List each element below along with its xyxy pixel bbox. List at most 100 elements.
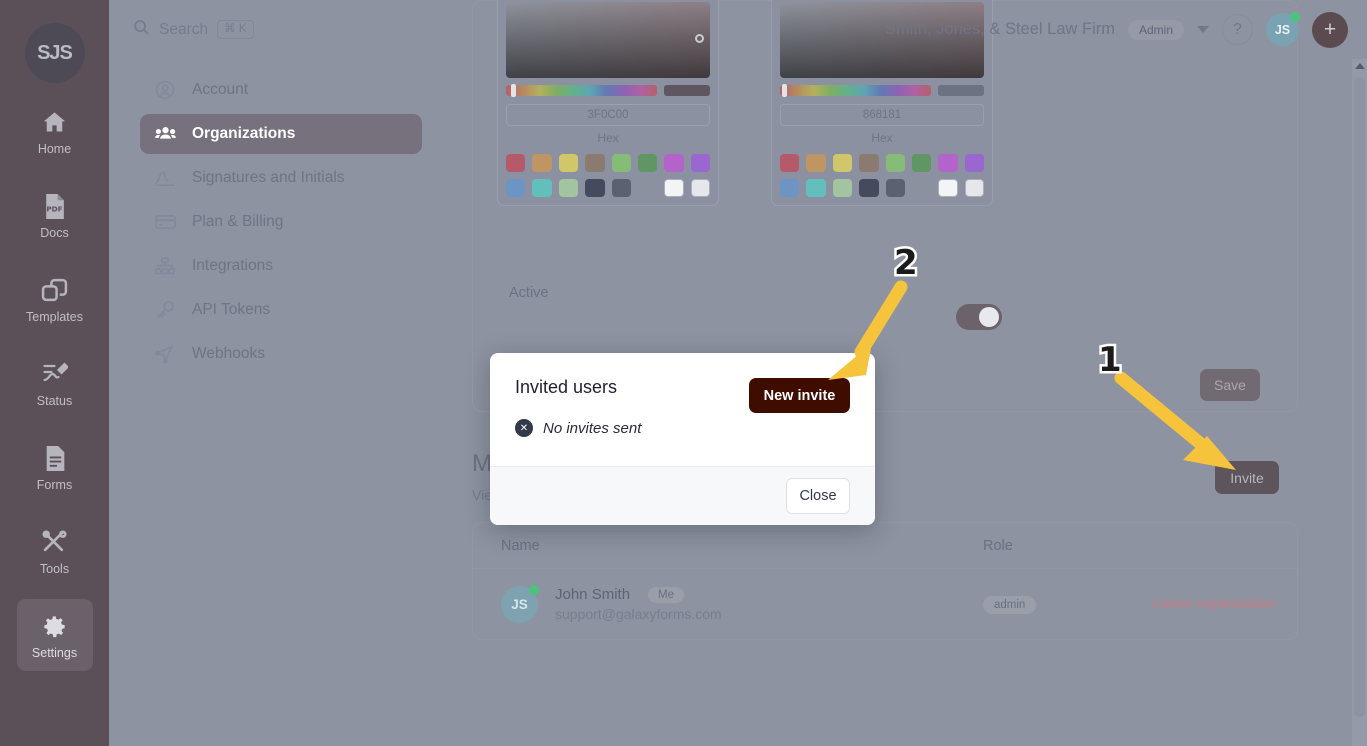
vertical-scrollbar[interactable]	[1352, 59, 1367, 746]
swatch[interactable]	[964, 154, 984, 172]
swatch[interactable]	[532, 179, 552, 197]
signature-status-icon	[41, 358, 68, 390]
active-toggle[interactable]	[956, 304, 1002, 330]
rail-label-templates: Templates	[26, 310, 83, 324]
key-icon	[154, 300, 176, 320]
swatch[interactable]	[832, 179, 853, 197]
leave-organization-link[interactable]: Leave organization	[1153, 596, 1276, 612]
swatch-transparent[interactable]	[964, 179, 984, 197]
sidebar-item-plan-billing[interactable]: Plan & Billing	[140, 202, 422, 242]
swatch[interactable]	[585, 154, 605, 172]
rail-item-status[interactable]: Status	[17, 347, 93, 419]
hex-input-primary[interactable]: 3F0C00	[506, 104, 710, 126]
swatch[interactable]	[806, 179, 826, 197]
create-new-button[interactable]: +	[1312, 11, 1348, 48]
sidebar-item-webhooks[interactable]: Webhooks	[140, 334, 422, 374]
empty-state-text: No invites sent	[543, 419, 642, 437]
sidebar-item-signatures[interactable]: Signatures and Initials	[140, 158, 422, 198]
sidebar-label-api-tokens: API Tokens	[192, 301, 271, 318]
rail-label-status: Status	[36, 394, 73, 408]
close-button[interactable]: Close	[786, 478, 850, 514]
member-name-cell: JS John Smith Me support@galaxyforms.com	[473, 584, 983, 623]
svg-text:PDF: PDF	[46, 204, 62, 213]
rail-item-docs[interactable]: PDF Docs	[17, 179, 93, 251]
hex-label-secondary: Hex	[871, 131, 893, 145]
hue-slider[interactable]	[780, 84, 931, 97]
swatch[interactable]	[859, 179, 879, 197]
search-placeholder: Search	[159, 20, 209, 38]
sidebar-item-organizations[interactable]: Organizations	[140, 114, 422, 154]
org-logo[interactable]: SJS	[24, 23, 85, 83]
sidebar-item-integrations[interactable]: Integrations	[140, 246, 422, 286]
swatch[interactable]	[885, 179, 905, 197]
swatch[interactable]	[664, 179, 684, 197]
swatch[interactable]	[780, 179, 800, 197]
search-input[interactable]: Search ⌘ K	[133, 19, 254, 41]
hue-slider-thumb[interactable]	[782, 84, 787, 97]
swatch[interactable]	[859, 154, 879, 172]
sidebar-item-api-tokens[interactable]: API Tokens	[140, 290, 422, 330]
member-name-line: John Smith Me	[555, 586, 722, 603]
swatch[interactable]	[532, 154, 552, 172]
top-bar-right-cluster: Smith, Jones, & Steel Law Firm Admin ? J…	[885, 11, 1367, 48]
scroll-up-arrow-icon[interactable]	[1355, 63, 1365, 69]
forms-list-icon	[43, 442, 67, 474]
rail-item-home[interactable]: Home	[17, 95, 93, 167]
invite-button[interactable]: Invite	[1215, 461, 1279, 494]
swatch[interactable]	[911, 154, 932, 172]
swatch[interactable]	[806, 154, 826, 172]
swatch[interactable]	[938, 179, 958, 197]
table-row[interactable]: JS John Smith Me support@galaxyforms.com…	[473, 569, 1297, 639]
swatch[interactable]	[911, 179, 932, 197]
rail-item-settings[interactable]: Settings	[16, 599, 93, 671]
preset-swatches-primary	[506, 154, 710, 197]
close-circle-icon: ✕	[515, 419, 533, 437]
new-invite-button[interactable]: New invite	[749, 378, 850, 413]
hue-row	[780, 84, 984, 97]
table-header-row: Name Role	[473, 523, 1297, 569]
swatch[interactable]	[780, 154, 800, 172]
swatch[interactable]	[585, 179, 605, 197]
swatch[interactable]	[611, 154, 631, 172]
pdf-document-icon: PDF	[42, 190, 67, 222]
sidebar-label-signatures: Signatures and Initials	[192, 169, 345, 186]
top-bar: Search ⌘ K Smith, Jones, & Steel Law Fir…	[109, 0, 1367, 59]
search-icon	[133, 19, 150, 41]
swatch[interactable]	[637, 154, 658, 172]
hue-slider-thumb[interactable]	[511, 84, 516, 97]
chevron-down-icon[interactable]	[1197, 26, 1209, 33]
sidebar-item-account[interactable]: Account	[140, 70, 422, 110]
hex-input-secondary[interactable]: 868181	[780, 104, 984, 126]
online-status-dot	[529, 584, 539, 595]
rail-item-tools[interactable]: Tools	[17, 515, 93, 587]
dialog-body: Invited users New invite ✕ No invites se…	[490, 353, 875, 466]
avatar-initials: JS	[1274, 22, 1291, 37]
member-email: support@galaxyforms.com	[555, 606, 722, 622]
rail-label-docs: Docs	[40, 226, 69, 240]
primary-nav-rail: SJS Home PDF Docs Templates Status Forms…	[0, 0, 109, 746]
swatch[interactable]	[664, 154, 684, 172]
swatch[interactable]	[637, 179, 658, 197]
swatch[interactable]	[506, 154, 526, 172]
hue-row	[506, 84, 710, 97]
swatch[interactable]	[938, 154, 958, 172]
swatch[interactable]	[506, 179, 526, 197]
swatch[interactable]	[690, 154, 710, 172]
sidebar-label-webhooks: Webhooks	[192, 345, 265, 362]
dialog-footer: Close	[490, 466, 875, 525]
invited-users-dialog: Invited users New invite ✕ No invites se…	[490, 353, 875, 525]
save-button[interactable]: Save	[1200, 369, 1260, 401]
swatch[interactable]	[885, 154, 905, 172]
avatar[interactable]: JS	[1266, 12, 1300, 46]
swatch[interactable]	[558, 154, 579, 172]
swatch[interactable]	[832, 154, 853, 172]
swatch[interactable]	[558, 179, 579, 197]
scrollbar-thumb[interactable]	[1354, 77, 1365, 717]
swatch[interactable]	[611, 179, 631, 197]
rail-item-forms[interactable]: Forms	[17, 431, 93, 503]
rail-item-templates[interactable]: Templates	[17, 263, 93, 335]
help-icon[interactable]: ?	[1222, 14, 1253, 45]
member-action-cell: Leave organization	[1153, 595, 1297, 613]
swatch-transparent[interactable]	[690, 179, 710, 197]
hue-slider[interactable]	[506, 84, 657, 97]
